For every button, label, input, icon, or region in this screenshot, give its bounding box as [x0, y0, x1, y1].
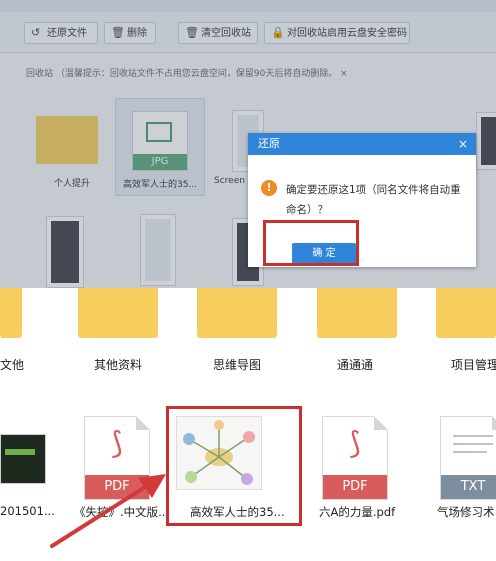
dialog-message: 确定要还原这1项（同名文件将自动重命名）？	[286, 184, 461, 216]
txt-file-icon[interactable]: TXT	[440, 416, 496, 500]
file-label[interactable]: 201501...	[0, 504, 55, 518]
txt-badge: TXT	[441, 475, 496, 499]
text-line	[453, 435, 493, 437]
warning-icon: !	[261, 180, 277, 196]
blurred-cancel-area	[368, 241, 468, 267]
folder-icon[interactable]	[317, 288, 397, 338]
close-icon[interactable]: ×	[458, 133, 468, 155]
file-label[interactable]: 六A的力量.pdf	[319, 504, 395, 520]
file-label[interactable]: 气场修习术	[437, 504, 495, 520]
dialog-header: 还原 ×	[248, 133, 476, 155]
pdf-file-icon[interactable]: ⟆ PDF	[322, 416, 388, 500]
pdf-badge: PDF	[85, 475, 149, 499]
file-list-panel: 文他 其他资料 思维导图 通通通 项目管理 201501... ⟆ PDF 《失…	[0, 288, 496, 561]
folder-icon[interactable]	[78, 288, 158, 338]
folder-label[interactable]: 通通通	[337, 356, 373, 373]
recycle-bin-panel: ↺ 还原文件 🗑 删除 🗑 清空回收站 🔒 对回收站启用云盘安全密码 回收站 （…	[0, 0, 496, 288]
folder-label[interactable]: 其他资料	[94, 356, 142, 373]
folder-icon[interactable]	[197, 288, 277, 338]
image-thumbnail[interactable]	[0, 434, 46, 484]
text-line	[453, 443, 493, 445]
file-label[interactable]: 《失控》.中文版...	[74, 504, 169, 520]
pdf-file-icon[interactable]: ⟆ PDF	[84, 416, 150, 500]
page-fold	[492, 416, 496, 430]
folder-label[interactable]: 项目管理	[451, 356, 496, 373]
restore-dialog: 还原 × ! 确定要还原这1项（同名文件将自动重命名）？ 确 定	[248, 133, 476, 267]
page-fold	[136, 416, 150, 430]
acrobat-icon: ⟆	[111, 426, 123, 461]
confirm-highlight-box	[263, 220, 359, 266]
folder-label[interactable]: 文他	[0, 356, 24, 373]
page-fold	[374, 416, 388, 430]
pdf-badge: PDF	[323, 475, 387, 499]
file-label[interactable]: 高效军人士的35...	[190, 504, 285, 520]
acrobat-icon: ⟆	[349, 426, 361, 461]
folder-label[interactable]: 思维导图	[213, 356, 261, 373]
folder-icon[interactable]	[436, 288, 496, 338]
text-line	[453, 451, 487, 453]
thumbnail-detail	[5, 449, 35, 455]
dialog-title: 还原	[258, 137, 280, 150]
folder-icon[interactable]	[0, 288, 22, 338]
